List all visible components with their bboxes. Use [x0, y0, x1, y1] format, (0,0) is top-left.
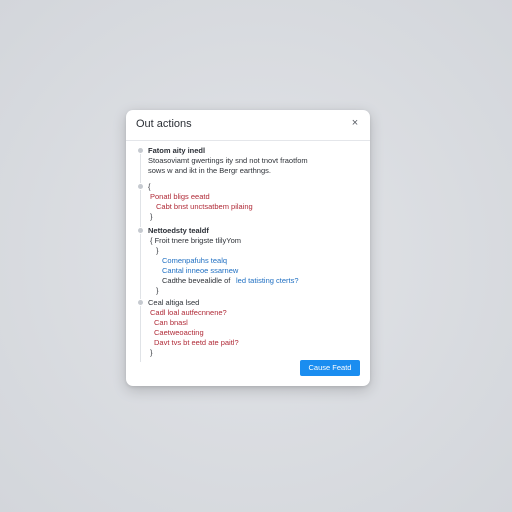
- code-brace: }: [156, 246, 159, 255]
- code-line: Cantal inneoe ssarnew: [162, 266, 239, 275]
- dialog-header: Out actions ×: [126, 110, 370, 141]
- code-line: Cadthe bevealidle of: [162, 276, 231, 285]
- entry-heading: Nettoedsty tealdf: [148, 226, 209, 235]
- dialog-title: Out actions: [136, 118, 192, 130]
- code-line: Comenpafuhs tealq: [162, 256, 228, 265]
- code-line: Ponatl bligs eeatd: [150, 192, 210, 201]
- timeline-dot-icon: [137, 147, 144, 154]
- timeline-track: [140, 150, 141, 362]
- entry-heading: Ceal altiga lsed: [148, 298, 200, 307]
- entry-text: Stoasoviamt gwertings ity snd not tnovt …: [148, 156, 308, 165]
- code-line: led tatisting cterts?: [236, 276, 299, 285]
- timeline-dot-icon: [137, 227, 144, 234]
- entry-text: sows w and ikt in the Bergr earthngs.: [148, 166, 271, 175]
- actions-dialog: Out actions × Fatom aity inedl Stoasovia…: [126, 110, 370, 386]
- timeline-dot-icon: [137, 299, 144, 306]
- code-line: { Froit tnere brigste tlilyYom: [150, 236, 242, 245]
- code-brace: {: [148, 182, 151, 191]
- code-brace: }: [150, 212, 153, 221]
- code-line: Can bnasl: [154, 318, 188, 327]
- dialog-body: Fatom aity inedl Stoasoviamt gwertings i…: [126, 140, 370, 362]
- code-line: Caetweoacting: [154, 328, 204, 337]
- dialog-footer: Cause Featd: [126, 356, 370, 380]
- code-line: Davt tvs bt eetd ate paitl?: [154, 338, 239, 347]
- primary-action-button[interactable]: Cause Featd: [300, 360, 360, 376]
- entry-heading: Fatom aity inedl: [148, 146, 206, 155]
- timeline-dot-icon: [137, 183, 144, 190]
- close-icon[interactable]: ×: [348, 116, 362, 130]
- code-line: Cadl loal autfecnnene?: [150, 308, 227, 317]
- code-brace: }: [156, 286, 159, 295]
- code-line: Cabt bnst unctsatbem pilaing: [156, 202, 253, 211]
